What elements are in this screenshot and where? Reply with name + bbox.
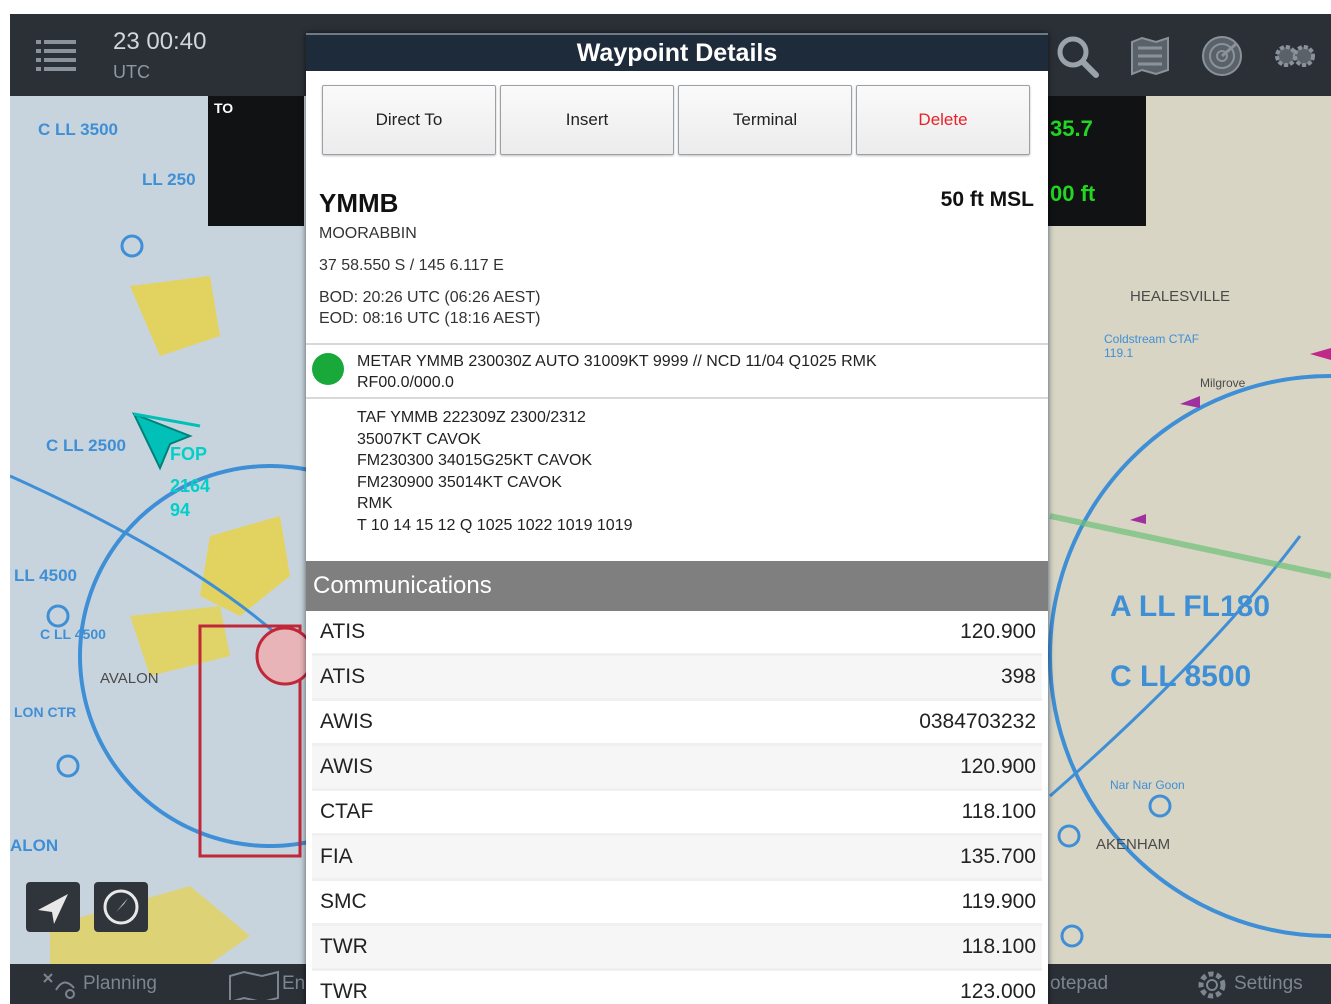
compass-icon	[103, 889, 139, 925]
info-value: 35.7	[1050, 116, 1093, 141]
comm-row[interactable]: TWR 123.000	[312, 971, 1042, 1004]
airspace-label: C LL 4500	[40, 626, 106, 642]
insert-button[interactable]: Insert	[500, 85, 674, 155]
taf-line: FM230300 34015G25KT CAVOK	[357, 452, 593, 469]
airspace-label: C LL 3500	[38, 120, 119, 139]
town-label: Milgrove	[1200, 376, 1246, 390]
metar-text: METAR YMMB 230030Z AUTO 31009KT 9999 // …	[357, 351, 1037, 393]
airspace-label: LL 4500	[14, 566, 78, 585]
nav-planning[interactable]: Planning	[83, 973, 157, 995]
nav-enroute[interactable]: En	[282, 973, 305, 995]
fop-altitude: 2164	[170, 476, 211, 496]
comm-frequency: 120.900	[960, 755, 1036, 778]
dialog-title: Waypoint Details	[306, 33, 1048, 71]
navigation-arrow-icon	[38, 894, 68, 924]
comm-row[interactable]: AWIS 120.900	[312, 746, 1042, 791]
airspace-label: C LL 8500	[1110, 660, 1252, 693]
town-label: AVALON	[100, 670, 159, 687]
taf-line: TAF YMMB 222309Z 2300/2312	[357, 409, 586, 426]
taf-line: 35007KT CAVOK	[357, 430, 481, 448]
comm-frequency: 118.100	[961, 935, 1036, 958]
map-layers-icon[interactable]	[1128, 34, 1172, 78]
waypoint-coordinates: 37 58.550 S / 145 6.117 E	[319, 257, 504, 274]
waypoint-details-dialog: Waypoint Details Direct To Insert Termin…	[306, 33, 1048, 1004]
comm-row[interactable]: TWR 118.100	[312, 926, 1042, 971]
comm-type: ATIS	[320, 665, 366, 688]
waypoint-elevation: 50 ft MSL	[940, 188, 1034, 211]
metar-line: METAR YMMB 230030Z AUTO 31009KT 9999 // …	[357, 353, 877, 370]
info-panel: 35.7 00 ft	[1046, 96, 1146, 226]
fop-label: FOP	[170, 444, 208, 464]
comm-frequency: 119.900	[961, 890, 1036, 913]
comm-row[interactable]: AWIS 0384703232	[312, 701, 1042, 746]
to-label: TO	[214, 100, 234, 116]
compass-button[interactable]	[94, 882, 148, 932]
settings-gear-icon	[1198, 971, 1226, 999]
taf-line: FM230900 35014KT CAVOK	[357, 473, 562, 491]
comm-type: CTAF	[320, 800, 374, 823]
end-of-daylight: EOD: 08:16 UTC (18:16 AEST)	[319, 310, 541, 327]
nav-notepad[interactable]: otepad	[1050, 973, 1108, 995]
direct-to-button[interactable]: Direct To	[322, 85, 496, 155]
waypoint-code: YMMB	[319, 188, 399, 218]
beginning-of-daylight: BOD: 20:26 UTC (06:26 AEST)	[319, 289, 541, 306]
comm-row[interactable]: ATIS 120.900	[312, 611, 1042, 656]
comm-type: TWR	[320, 935, 368, 958]
airspace-label: C LL 2500	[46, 436, 127, 455]
action-buttons: Direct To Insert Terminal Delete	[322, 85, 1032, 157]
comm-type: ATIS	[320, 620, 366, 643]
comm-frequency: 135.700	[960, 845, 1036, 868]
communications-header: Communications	[306, 561, 1048, 611]
info-value: 00 ft	[1050, 181, 1096, 206]
metar-status-indicator	[312, 353, 344, 385]
town-label: AKENHAM	[1096, 836, 1171, 853]
waypoint-name: MOORABBIN	[319, 225, 417, 242]
comm-type: AWIS	[320, 755, 373, 778]
airspace-label: ALON	[10, 836, 59, 855]
radar-icon[interactable]	[1200, 34, 1244, 78]
taf-text[interactable]: TAF YMMB 222309Z 2300/2312 35007KT CAVOK…	[357, 407, 1037, 536]
comm-row[interactable]: SMC 119.900	[312, 881, 1042, 926]
menu-icon[interactable]	[36, 38, 76, 72]
airspace-label: LON CTR	[14, 704, 77, 720]
metar-row[interactable]: METAR YMMB 230030Z AUTO 31009KT 9999 // …	[306, 343, 1048, 399]
utc-time: 23 00:40	[113, 28, 207, 55]
delete-button[interactable]: Delete	[856, 85, 1030, 155]
communications-list: ATIS 120.900 ATIS 398 AWIS 0384703232 AWIS 1…	[312, 611, 1042, 1004]
to-panel: TO	[208, 96, 304, 226]
terminal-button[interactable]: Terminal	[678, 85, 852, 155]
metar-line: RF00.0/000.0	[357, 374, 454, 391]
airspace-label: LL 250	[142, 170, 196, 189]
planning-icon	[43, 973, 75, 999]
search-icon[interactable]	[1055, 34, 1099, 78]
comm-type: AWIS	[320, 710, 373, 733]
taf-line: RMK	[357, 495, 393, 512]
comm-row[interactable]: ATIS 398	[312, 656, 1042, 701]
comm-frequency: 120.900	[960, 620, 1036, 643]
comm-row[interactable]: CTAF 118.100	[312, 791, 1042, 836]
town-label: HEALESVILLE	[1130, 288, 1231, 305]
comm-frequency: 123.000	[960, 980, 1036, 1003]
track-up-button[interactable]	[26, 882, 80, 932]
gears-icon[interactable]	[1272, 34, 1316, 78]
town-label: Nar Nar Goon	[1110, 778, 1185, 792]
comm-frequency: 118.100	[961, 800, 1036, 823]
comm-type: SMC	[320, 890, 367, 913]
enroute-map-icon	[229, 970, 279, 1000]
comm-type: FIA	[320, 845, 353, 868]
airspace-label: A LL FL180	[1110, 590, 1271, 623]
town-label: Coldstream CTAF 119.1	[1104, 332, 1200, 360]
fop-sub-value: 94	[170, 500, 191, 520]
app-screen: C LL 3500 LL 250 C LL 2500 LL 4500 C LL …	[10, 14, 1331, 1004]
comm-frequency: 0384703232	[919, 710, 1036, 733]
comm-type: TWR	[320, 980, 368, 1003]
taf-line: T 10 14 15 12 Q 1025 1022 1019 1019	[357, 516, 633, 534]
comm-row[interactable]: FIA 135.700	[312, 836, 1042, 881]
timezone-label: UTC	[113, 62, 150, 82]
comm-frequency: 398	[1000, 665, 1036, 688]
nav-settings[interactable]: Settings	[1234, 973, 1303, 995]
